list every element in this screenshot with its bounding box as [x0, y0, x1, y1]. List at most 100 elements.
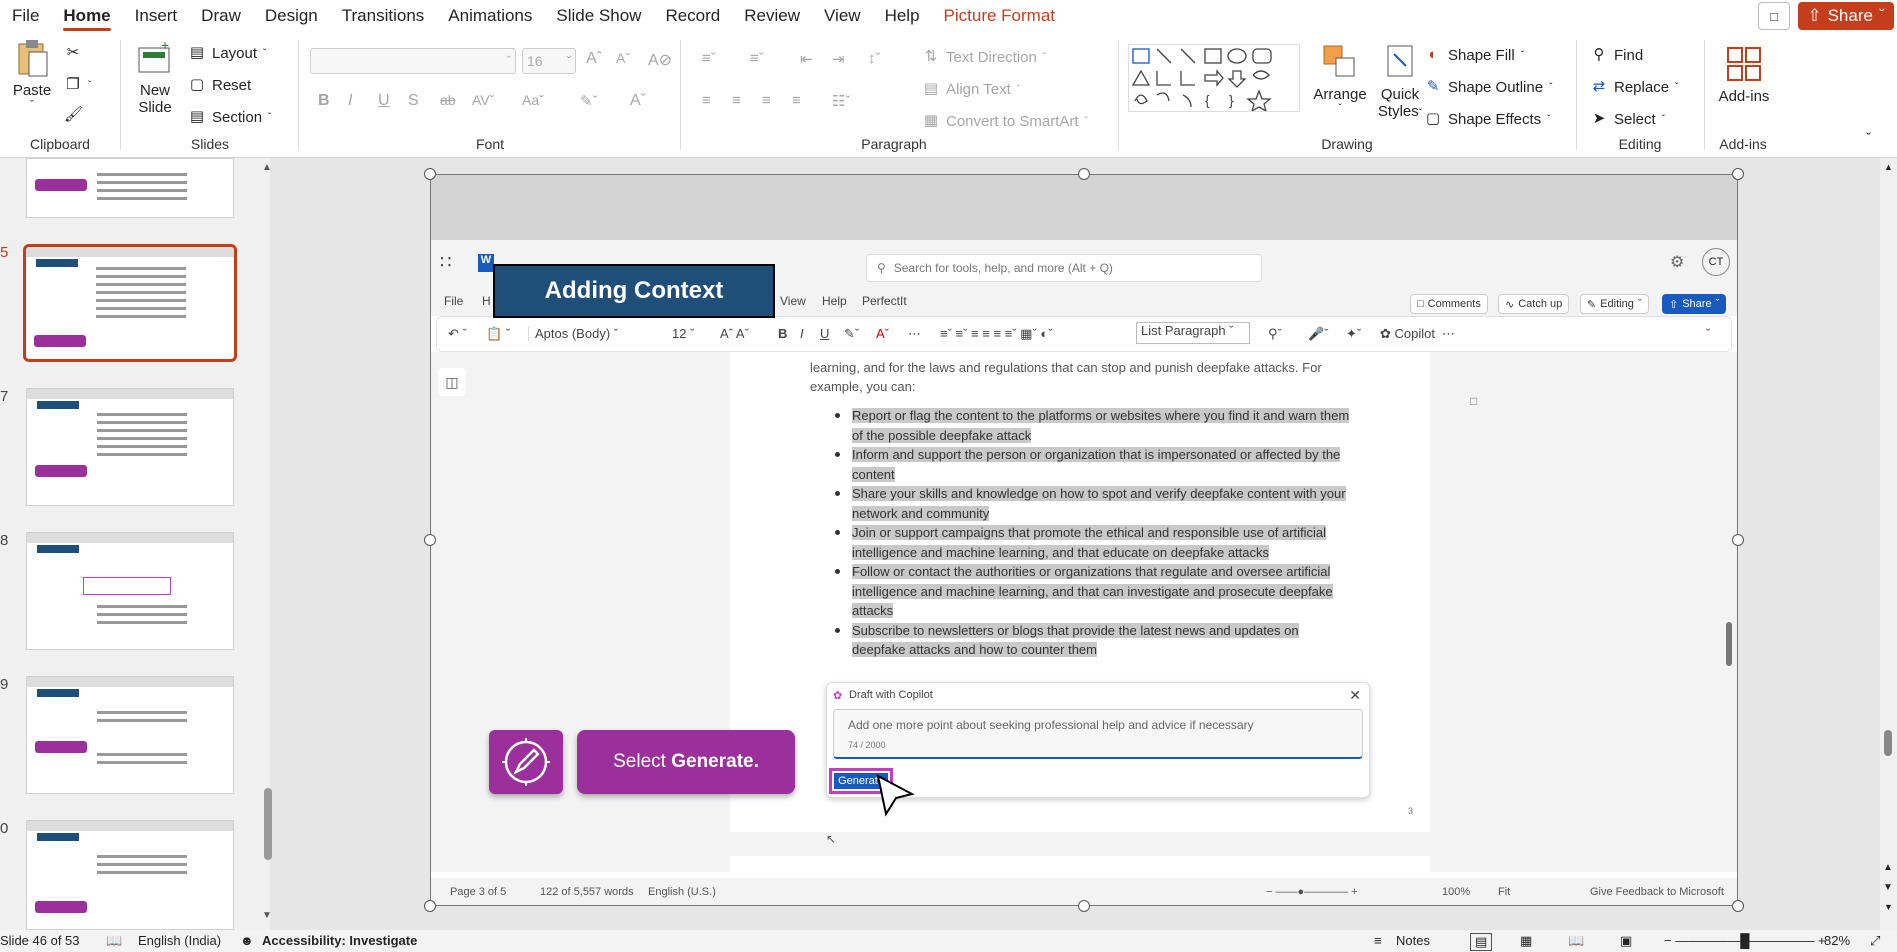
designer-icon[interactable]: ✦ˇ: [1346, 326, 1361, 342]
comment-marker-icon[interactable]: □: [1470, 394, 1477, 408]
word-fit[interactable]: Fit: [1498, 886, 1510, 898]
collapse-ribbon-icon[interactable]: ˇ: [1866, 130, 1871, 147]
tab-view[interactable]: View: [812, 0, 873, 32]
settings-icon[interactable]: ⚙: [1670, 252, 1684, 272]
callout-instruction[interactable]: Select Generate.: [577, 730, 795, 794]
scroll-down-icon[interactable]: ▼: [1884, 902, 1893, 912]
cut-icon[interactable]: ✂: [64, 44, 82, 62]
resize-handle[interactable]: [424, 534, 436, 546]
numbering-icon[interactable]: ≡ˇ: [750, 50, 764, 67]
font-name-select[interactable]: ˇ: [310, 48, 516, 74]
app-launcher-icon[interactable]: ∷: [440, 252, 451, 273]
slide-thumbnail[interactable]: [26, 532, 234, 650]
align-text-button[interactable]: ▤ Align Text ˇ: [922, 80, 1020, 98]
tab-record[interactable]: Record: [653, 0, 732, 32]
align-left-icon[interactable]: ≡: [702, 92, 711, 109]
word-catchup-button[interactable]: ∿ Catch up: [1498, 294, 1570, 314]
share-button[interactable]: ⇧ Share ˇ: [1798, 2, 1894, 30]
replace-button[interactable]: ⇄ Replace ˇ: [1590, 78, 1679, 96]
word-feedback[interactable]: Give Feedback to Microsoft: [1590, 886, 1724, 898]
scroll-thumb[interactable]: [1884, 730, 1892, 756]
reset-button[interactable]: ▢ Reset: [188, 76, 251, 94]
spacing-icon[interactable]: AVˇ: [472, 92, 494, 108]
tab-draw[interactable]: Draw: [189, 0, 253, 32]
shape-fill-button[interactable]: ◐ Shape Fill ˇ: [1424, 46, 1524, 64]
paste-button[interactable]: Paste ˇ: [10, 38, 54, 111]
align-right-icon[interactable]: ≡: [762, 92, 771, 109]
close-icon[interactable]: ✕: [1349, 687, 1361, 704]
clipboard-icon[interactable]: 📋 ˇ: [486, 326, 510, 342]
normal-view-icon[interactable]: ▤: [1470, 933, 1493, 951]
tab-picture-format[interactable]: Picture Format: [932, 0, 1067, 32]
arrange-button[interactable]: Arrange ˇ: [1310, 42, 1370, 114]
find-button[interactable]: ⚲ Find: [1590, 46, 1644, 64]
word-editing-button[interactable]: ✎ Editing ˇ: [1580, 294, 1649, 314]
zoom-slider[interactable]: − —————█————— +: [1664, 933, 1826, 948]
clear-format-icon[interactable]: A⊘: [648, 50, 672, 70]
resize-handle[interactable]: [1078, 168, 1090, 180]
more-icon[interactable]: ⋯: [908, 326, 921, 342]
prev-slide-icon[interactable]: ▲: [1883, 862, 1893, 873]
quick-styles-button[interactable]: Quick Stylesˇ: [1372, 42, 1428, 120]
slideshow-icon[interactable]: ▣: [1620, 933, 1632, 949]
navigation-pane-icon[interactable]: ◫: [438, 368, 466, 396]
undo-icon[interactable]: ↶ ˇ: [448, 326, 467, 342]
grow-font-icon[interactable]: Aˆ Aˇ: [720, 326, 749, 341]
bullets-icon[interactable]: ≡ˇ ≡ˇ ≡ ≡ ≡ ≡ˇ ▦ˇ ◐ˇ: [940, 326, 1053, 342]
case-icon[interactable]: Aaˇ: [522, 92, 544, 108]
line-spacing-icon[interactable]: ↕ˇ: [868, 50, 881, 67]
word-share-button[interactable]: ⇧ Share ˇ: [1662, 294, 1727, 314]
strike-icon[interactable]: ab: [440, 92, 456, 108]
resize-handle[interactable]: [1732, 168, 1744, 180]
word-size-select[interactable]: 12 ˇ: [672, 326, 694, 341]
shadow-icon[interactable]: S: [408, 92, 419, 110]
scroll-up-icon[interactable]: ▲: [262, 162, 272, 173]
tab-review[interactable]: Review: [732, 0, 812, 32]
notes-button[interactable]: Notes: [1396, 933, 1430, 948]
word-tab-home[interactable]: H: [482, 294, 491, 308]
convert-smartart-button[interactable]: ▦ Convert to SmartArt ˇ: [922, 112, 1088, 130]
scroll-up-icon[interactable]: ▲: [1884, 162, 1893, 172]
canvas-scrollbar[interactable]: ▲ ▲ ▼ ▼: [1880, 158, 1897, 930]
mic-icon[interactable]: 🎤ˇ: [1308, 326, 1329, 342]
slide-thumbnail[interactable]: [26, 676, 234, 794]
addins-button[interactable]: Add-ins: [1712, 44, 1776, 105]
fit-slide-icon[interactable]: ⤢: [1870, 933, 1880, 949]
find-icon[interactable]: ⚲ˇ: [1268, 326, 1282, 342]
slide-thumbnail-selected[interactable]: [23, 244, 237, 362]
format-painter-icon[interactable]: 🖌: [64, 106, 83, 124]
shape-effects-button[interactable]: ▢ Shape Effects ˇ: [1424, 110, 1551, 128]
copilot-button[interactable]: ✿ Copilot: [1380, 326, 1435, 342]
decrease-font-icon[interactable]: Aˇ: [616, 50, 630, 66]
font-color-icon[interactable]: Aˇ: [876, 326, 889, 341]
chevron-down-icon[interactable]: ˇ: [1706, 326, 1710, 341]
resize-handle[interactable]: [424, 168, 436, 180]
word-tab-view[interactable]: View: [780, 294, 806, 308]
more-icon[interactable]: ⋯: [1442, 326, 1455, 342]
word-zoom-slider[interactable]: − ——●———— +: [1266, 886, 1358, 898]
thumbnail-scrollbar[interactable]: [264, 788, 272, 860]
resize-handle[interactable]: [1732, 900, 1744, 912]
layout-button[interactable]: ▤ Layout ˇ: [188, 44, 266, 62]
tab-design[interactable]: Design: [253, 0, 330, 32]
zoom-level[interactable]: 82%: [1824, 933, 1850, 948]
word-search-input[interactable]: ⚲ Search for tools, help, and more (Alt +…: [866, 254, 1262, 282]
justify-icon[interactable]: ≡: [792, 92, 801, 109]
comments-button[interactable]: □: [1758, 2, 1790, 30]
scroll-down-icon[interactable]: ▼: [262, 910, 272, 921]
select-button[interactable]: ➤ Select ˇ: [1590, 110, 1665, 128]
copy-icon[interactable]: ❐ ˇ: [64, 76, 91, 94]
underline-icon[interactable]: U: [820, 326, 829, 341]
tab-file[interactable]: File: [0, 0, 51, 32]
bold-icon[interactable]: B: [778, 326, 787, 341]
slide-thumbnail[interactable]: [26, 820, 234, 930]
new-slide-button[interactable]: + New Slide: [128, 38, 182, 116]
increase-indent-icon[interactable]: ⇥: [832, 50, 845, 68]
callout-icon-box[interactable]: [489, 730, 563, 794]
bullets-icon[interactable]: ≡ˇ: [702, 50, 716, 67]
tab-transitions[interactable]: Transitions: [330, 0, 437, 32]
font-size-select[interactable]: 16 ˇ: [522, 48, 576, 74]
word-comments-button[interactable]: □ Comments: [1410, 294, 1488, 314]
word-font-select[interactable]: Aptos (Body) ˇ: [528, 326, 652, 341]
doc-scrollbar[interactable]: [1726, 622, 1732, 666]
